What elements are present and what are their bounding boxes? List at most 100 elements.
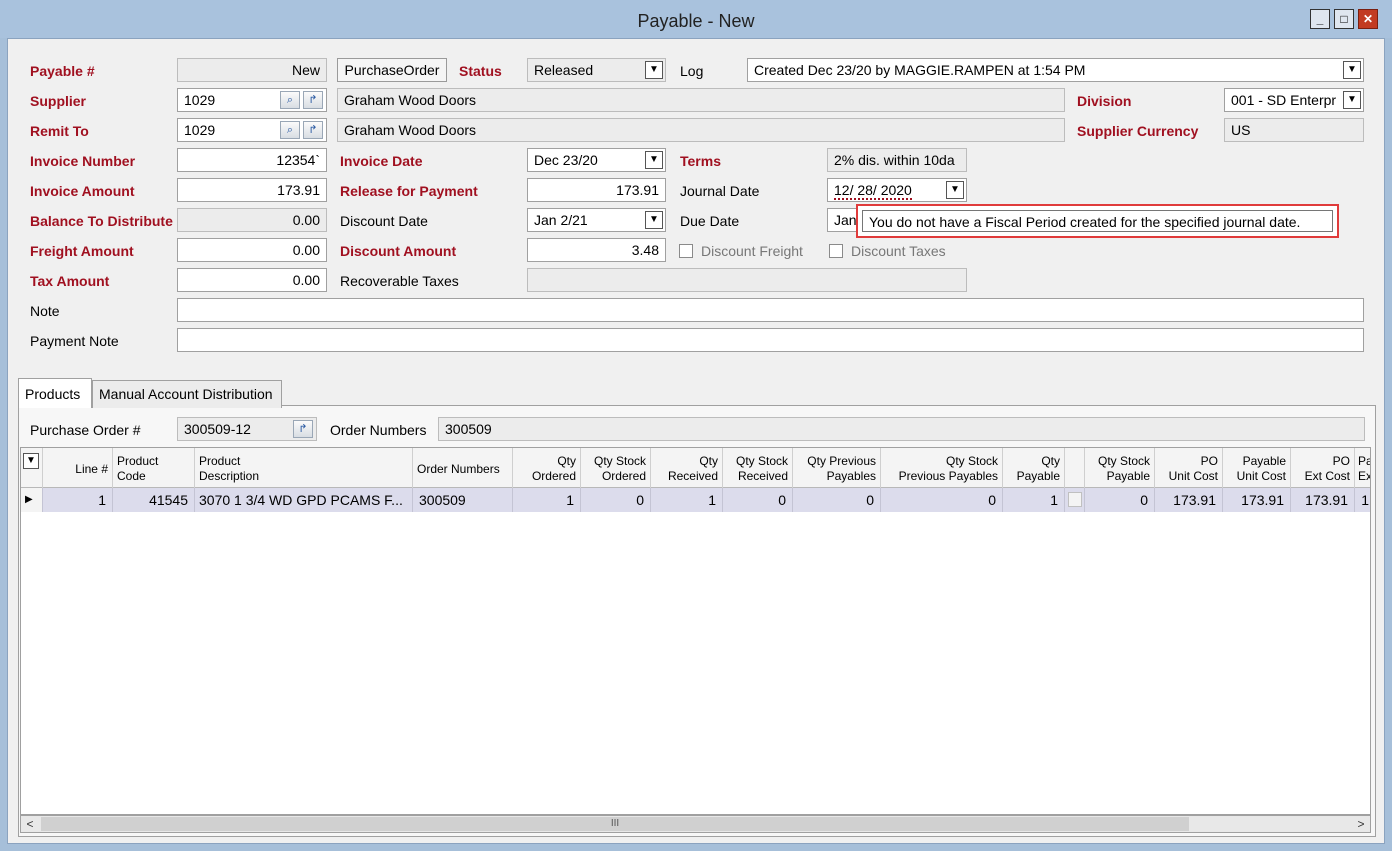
remit-to-name-field: Graham Wood Doors [337,118,1065,142]
invoice-number-field[interactable]: 12354` [177,148,327,172]
chevron-down-icon[interactable]: ▼ [645,211,663,229]
col-header[interactable]: PaEx [1355,448,1371,488]
search-icon[interactable]: ⌕ [280,121,300,139]
cell-qty-stock-previous-payables[interactable]: 0 [881,488,1003,512]
supplier-code-value: 1029 [184,92,216,108]
col-header-line2: Code [117,469,146,483]
horizontal-scrollbar[interactable]: < III > [20,815,1371,833]
col-header-line2: Previous Payables [898,469,998,483]
supplier-currency-label: Supplier Currency [1077,123,1199,139]
discount-taxes-checkbox[interactable] [829,244,843,258]
division-select[interactable]: 001 - SD Enterpr ▼ [1224,88,1364,112]
payment-note-label: Payment Note [30,333,119,349]
cell-po-unit-cost[interactable]: 173.91 [1155,488,1223,512]
maximize-button[interactable]: □ [1334,9,1354,29]
col-header[interactable]: PO Unit Cost [1155,448,1223,488]
scroll-thumb[interactable]: III [41,817,1189,831]
col-header[interactable]: Order Numbers [413,448,513,488]
cell-payable-unit-cost[interactable]: 173.91 [1223,488,1291,512]
col-header-line2: Payables [826,469,876,483]
col-header[interactable]: Qty Stock Previous Payables [881,448,1003,488]
discount-amount-field[interactable]: 3.48 [527,238,666,262]
terms-label: Terms [680,153,721,169]
cell-qty-received[interactable]: 1 [651,488,723,512]
tab-manual-account-distribution[interactable]: Manual Account Distribution [92,380,282,408]
cell-qty-previous-payables[interactable]: 0 [793,488,881,512]
chevron-down-icon[interactable]: ▼ [23,453,39,469]
cell-order-numbers[interactable]: 300509 [413,488,513,512]
goto-icon[interactable]: ↱ [293,420,313,438]
chevron-down-icon[interactable]: ▼ [645,61,663,79]
col-header-line1: Product [199,454,241,468]
table-row[interactable]: ▶ 1 41545 3070 1 3/4 WD GPD PCAMS F... 3… [21,488,1370,512]
col-header-line1: Qty Stock [945,454,998,468]
cell-payable-ext[interactable]: 1 [1355,488,1370,512]
row-selector-icon[interactable]: ▶ [21,488,43,512]
cell-po-ext-cost[interactable]: 173.91 [1291,488,1355,512]
search-icon[interactable]: ⌕ [280,91,300,109]
chevron-down-icon[interactable]: ▼ [1343,91,1361,109]
cell-product-code[interactable]: 41545 [113,488,195,512]
col-spacer [1065,448,1085,488]
tax-amount-field[interactable]: 0.00 [177,268,327,292]
cell-qty-stock-ordered[interactable]: 0 [581,488,651,512]
cell-spacer[interactable] [1065,488,1085,512]
cell-qty-stock-payable[interactable]: 0 [1085,488,1155,512]
division-label: Division [1077,93,1132,109]
purchase-order-button[interactable]: PurchaseOrder [337,58,447,82]
supplier-code-field[interactable]: 1029 ⌕ ↱ [177,88,327,112]
invoice-date-picker[interactable]: Dec 23/20 ▼ [527,148,666,172]
col-header[interactable]: Qty Previous Payables [793,448,881,488]
goto-icon[interactable]: ↱ [303,121,323,139]
cell-qty-payable[interactable]: 1 [1003,488,1065,512]
purchase-order-value: 300509-12 [184,421,251,437]
tab-products[interactable]: Products [18,378,92,408]
log-select[interactable]: Created Dec 23/20 by MAGGIE.RAMPEN at 1:… [747,58,1364,82]
journal-date-picker[interactable]: 12/ 28/ 2020 ▼ [827,178,967,202]
status-select[interactable]: Released ▼ [527,58,666,82]
col-header-line1: Qty [1041,454,1060,468]
column-chooser[interactable]: ▼ [21,448,43,488]
col-header[interactable]: Product Code [113,448,195,488]
order-numbers-field: 300509 [438,417,1365,441]
col-header-line1: Qty Stock [593,454,646,468]
col-header[interactable]: Product Description [195,448,413,488]
remit-to-code-field[interactable]: 1029 ⌕ ↱ [177,118,327,142]
col-header[interactable]: Line # [43,448,113,488]
col-header[interactable]: PO Ext Cost [1291,448,1355,488]
col-header[interactable]: Qty Stock Received [723,448,793,488]
chevron-down-icon[interactable]: ▼ [645,151,663,169]
order-numbers-label: Order Numbers [330,422,427,438]
discount-date-picker[interactable]: Jan 2/21 ▼ [527,208,666,232]
col-header[interactable]: Qty Stock Payable [1085,448,1155,488]
status-value: Released [534,62,594,78]
chevron-down-icon[interactable]: ▼ [946,181,964,199]
release-for-payment-field[interactable]: 173.91 [527,178,666,202]
cell-qty-stock-received[interactable]: 0 [723,488,793,512]
col-header[interactable]: Qty Payable [1003,448,1065,488]
discount-freight-checkbox[interactable] [679,244,693,258]
col-header[interactable]: Qty Received [651,448,723,488]
invoice-amount-field[interactable]: 173.91 [177,178,327,202]
col-header-line1: Pa [1358,454,1370,468]
ellipsis-button[interactable] [1068,492,1082,507]
chevron-down-icon[interactable]: ▼ [1343,61,1361,79]
col-header[interactable]: Qty Stock Ordered [581,448,651,488]
invoice-number-label: Invoice Number [30,153,136,169]
col-header-line1: Qty Stock [1097,454,1150,468]
goto-icon[interactable]: ↱ [303,91,323,109]
col-header[interactable]: Qty Ordered [513,448,581,488]
scroll-left-icon[interactable]: < [21,816,39,832]
scroll-right-icon[interactable]: > [1352,816,1370,832]
payment-note-field[interactable] [177,328,1364,352]
cell-line[interactable]: 1 [43,488,113,512]
close-button[interactable]: ✕ [1358,9,1378,29]
cell-qty-ordered[interactable]: 1 [513,488,581,512]
col-header-line2: Ex [1358,469,1371,483]
journal-date-value[interactable]: 12/ 28/ 2020 [834,182,912,200]
freight-amount-field[interactable]: 0.00 [177,238,327,262]
note-field[interactable] [177,298,1364,322]
minimize-button[interactable]: _ [1310,9,1330,29]
cell-product-description[interactable]: 3070 1 3/4 WD GPD PCAMS F... [195,488,413,512]
col-header[interactable]: Payable Unit Cost [1223,448,1291,488]
